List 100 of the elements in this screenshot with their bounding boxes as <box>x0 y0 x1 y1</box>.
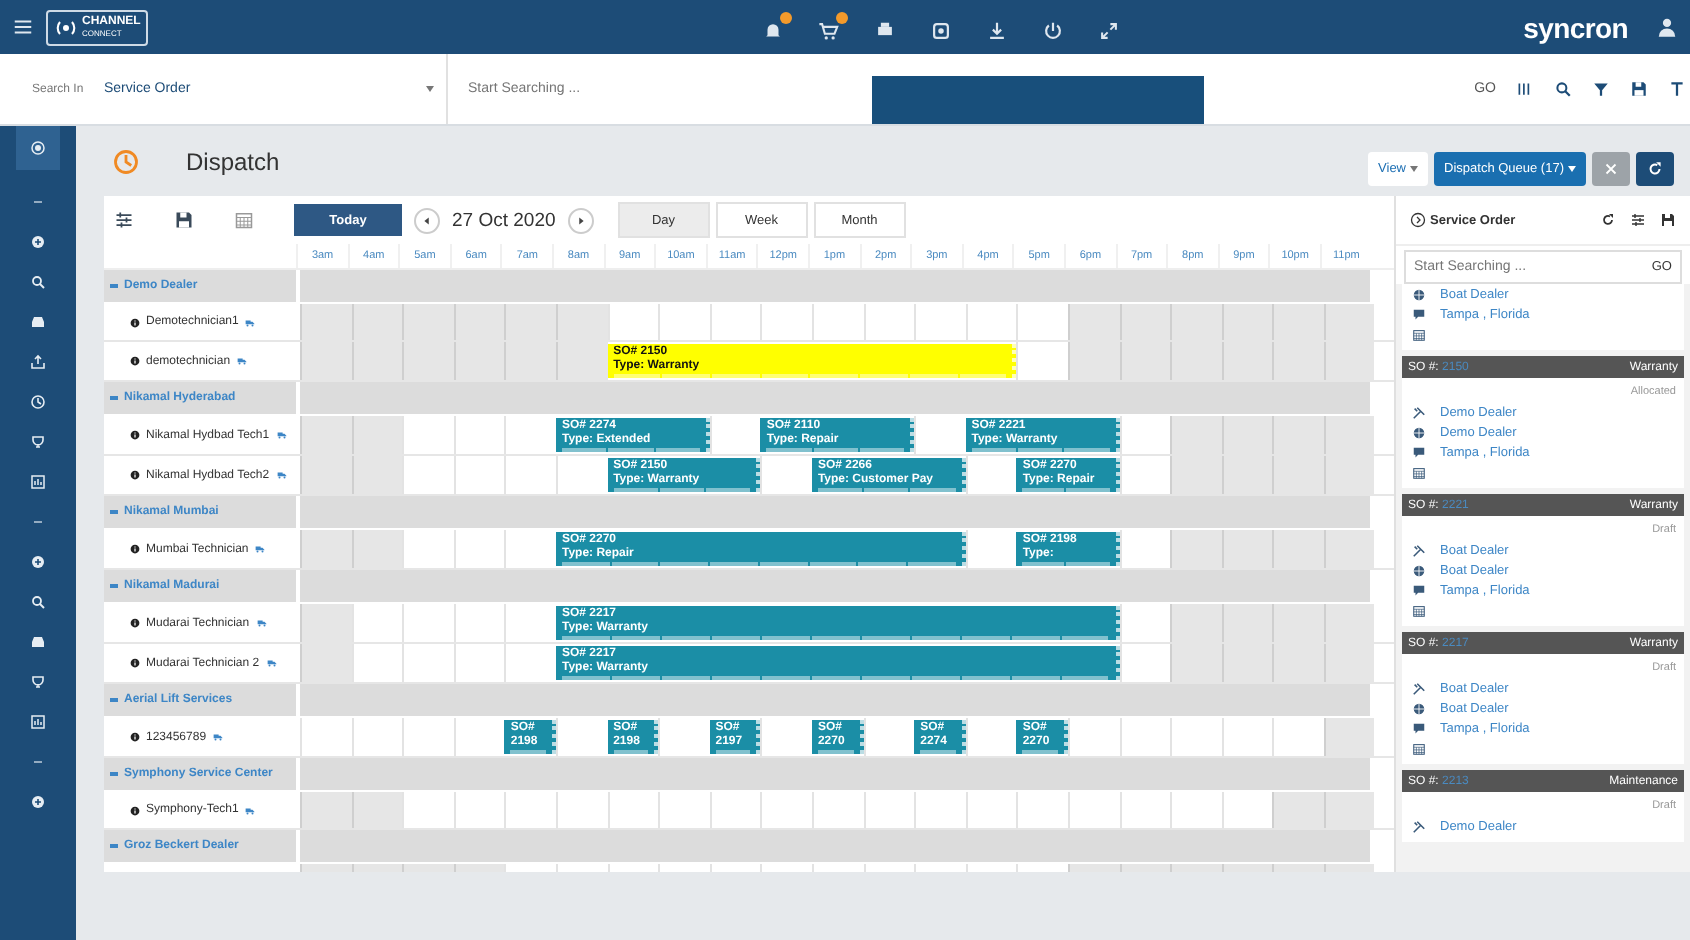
unavailable-time-slot[interactable] <box>1067 342 1119 380</box>
unavailable-time-slot[interactable] <box>1221 530 1273 568</box>
refresh-button[interactable] <box>1636 152 1674 186</box>
unavailable-time-slot[interactable] <box>1323 304 1375 340</box>
open-time-slot[interactable] <box>965 456 1017 494</box>
unavailable-time-slot[interactable] <box>1272 304 1324 340</box>
unavailable-time-slot[interactable] <box>1067 304 1119 340</box>
right-triangle-icon <box>573 213 588 227</box>
truck-icon <box>244 805 257 815</box>
unavailable-time-slot[interactable] <box>1323 342 1375 380</box>
unavailable-time-slot[interactable] <box>504 304 556 340</box>
settings-sliders-icon[interactable] <box>1630 212 1646 228</box>
info-icon <box>130 544 140 554</box>
unavailable-time-slot[interactable] <box>1272 530 1324 568</box>
unavailable-time-slot[interactable] <box>1170 416 1222 454</box>
chevron-circle-icon[interactable] <box>1410 212 1426 228</box>
chart-icon[interactable] <box>30 474 46 490</box>
left-triangle-icon <box>420 213 434 227</box>
save-icon[interactable] <box>1630 80 1648 98</box>
unavailable-time-slot[interactable] <box>300 530 352 568</box>
inbox-icon[interactable] <box>30 634 46 650</box>
unavailable-time-slot[interactable] <box>351 416 403 454</box>
unavailable-time-slot[interactable] <box>555 304 608 340</box>
unavailable-time-slot[interactable] <box>1323 604 1375 642</box>
unavailable-time-slot[interactable] <box>1221 304 1273 340</box>
unavailable-time-slot[interactable] <box>1221 416 1273 454</box>
unavailable-time-slot[interactable] <box>1323 792 1375 828</box>
previous-button[interactable] <box>414 207 440 233</box>
upload-icon[interactable] <box>30 354 46 370</box>
unavailable-time-slot[interactable] <box>300 416 352 454</box>
unavailable-time-slot[interactable] <box>1323 644 1375 682</box>
chat-icon <box>1412 307 1426 321</box>
plus-circle-icon[interactable] <box>30 794 46 810</box>
unavailable-time-slot[interactable] <box>300 456 352 494</box>
info-icon <box>130 317 140 327</box>
unavailable-time-slot[interactable] <box>1170 604 1222 642</box>
unavailable-time-slot[interactable] <box>1323 530 1375 568</box>
search-icon[interactable] <box>30 594 46 610</box>
calendar-icon[interactable] <box>234 210 254 230</box>
text-icon[interactable] <box>1668 80 1686 98</box>
info-icon <box>130 732 140 742</box>
info-icon <box>130 430 140 440</box>
unavailable-time-slot[interactable] <box>1221 604 1273 642</box>
caret-icon <box>426 86 434 92</box>
unavailable-time-slot[interactable] <box>351 304 403 340</box>
unavailable-time-slot[interactable] <box>300 644 352 682</box>
open-time-slot[interactable] <box>965 718 1017 756</box>
truck-icon <box>212 732 225 742</box>
open-time-slot[interactable] <box>965 530 1017 568</box>
bell-icon[interactable] <box>762 12 793 42</box>
unavailable-time-slot[interactable] <box>351 530 403 568</box>
inbox-icon[interactable] <box>30 314 46 330</box>
info-icon <box>130 805 140 815</box>
unavailable-time-slot[interactable] <box>351 792 403 828</box>
cart-icon[interactable] <box>818 12 849 42</box>
info-icon <box>130 618 140 628</box>
unavailable-time-slot[interactable] <box>1323 456 1375 494</box>
globe-icon <box>1412 563 1426 577</box>
user-icon[interactable] <box>1656 16 1678 38</box>
unavailable-time-slot[interactable] <box>1170 304 1222 340</box>
settings-sliders-icon[interactable] <box>114 210 134 230</box>
caret-icon <box>1568 166 1576 172</box>
next-button[interactable] <box>567 207 594 233</box>
globe-icon <box>1412 425 1426 439</box>
filter-icon[interactable] <box>1592 80 1610 98</box>
save-icon[interactable] <box>174 210 194 230</box>
refresh-icon[interactable] <box>1600 212 1616 228</box>
open-time-slot[interactable] <box>709 416 761 454</box>
unavailable-time-slot[interactable] <box>453 304 505 340</box>
unavailable-time-slot[interactable] <box>300 304 352 340</box>
unavailable-time-slot[interactable] <box>1323 416 1375 454</box>
unavailable-time-slot[interactable] <box>1119 304 1171 340</box>
columns-icon[interactable] <box>1516 80 1534 98</box>
unavailable-time-slot[interactable] <box>555 342 608 380</box>
chat-icon <box>1412 445 1426 459</box>
search-icon[interactable] <box>30 274 46 290</box>
unavailable-time-slot[interactable] <box>300 792 352 828</box>
trophy-icon[interactable] <box>30 434 46 450</box>
clock-icon <box>112 147 140 175</box>
chat-icon <box>1412 583 1426 597</box>
plus-circle-icon[interactable] <box>30 234 46 250</box>
clock-icon[interactable] <box>30 394 46 410</box>
save-icon[interactable] <box>1660 212 1676 228</box>
unavailable-time-slot[interactable] <box>1170 530 1222 568</box>
unavailable-time-slot[interactable] <box>1170 644 1222 682</box>
unavailable-time-slot[interactable] <box>1272 416 1324 454</box>
tools-icon <box>1412 543 1426 557</box>
unavailable-time-slot[interactable] <box>402 304 454 340</box>
unavailable-time-slot[interactable] <box>351 456 403 494</box>
plus-circle-icon[interactable] <box>30 554 46 570</box>
search-icon[interactable] <box>1554 80 1572 98</box>
menu-icon[interactable] <box>12 16 34 38</box>
unavailable-time-slot[interactable] <box>300 604 352 642</box>
unavailable-time-slot[interactable] <box>1323 718 1375 756</box>
unavailable-time-slot[interactable] <box>1170 456 1222 494</box>
unavailable-time-slot[interactable] <box>300 342 352 380</box>
trophy-icon[interactable] <box>30 674 46 690</box>
chart-icon[interactable] <box>30 714 46 730</box>
unavailable-time-slot[interactable] <box>1272 792 1324 828</box>
unavailable-time-slot[interactable] <box>1272 604 1324 642</box>
